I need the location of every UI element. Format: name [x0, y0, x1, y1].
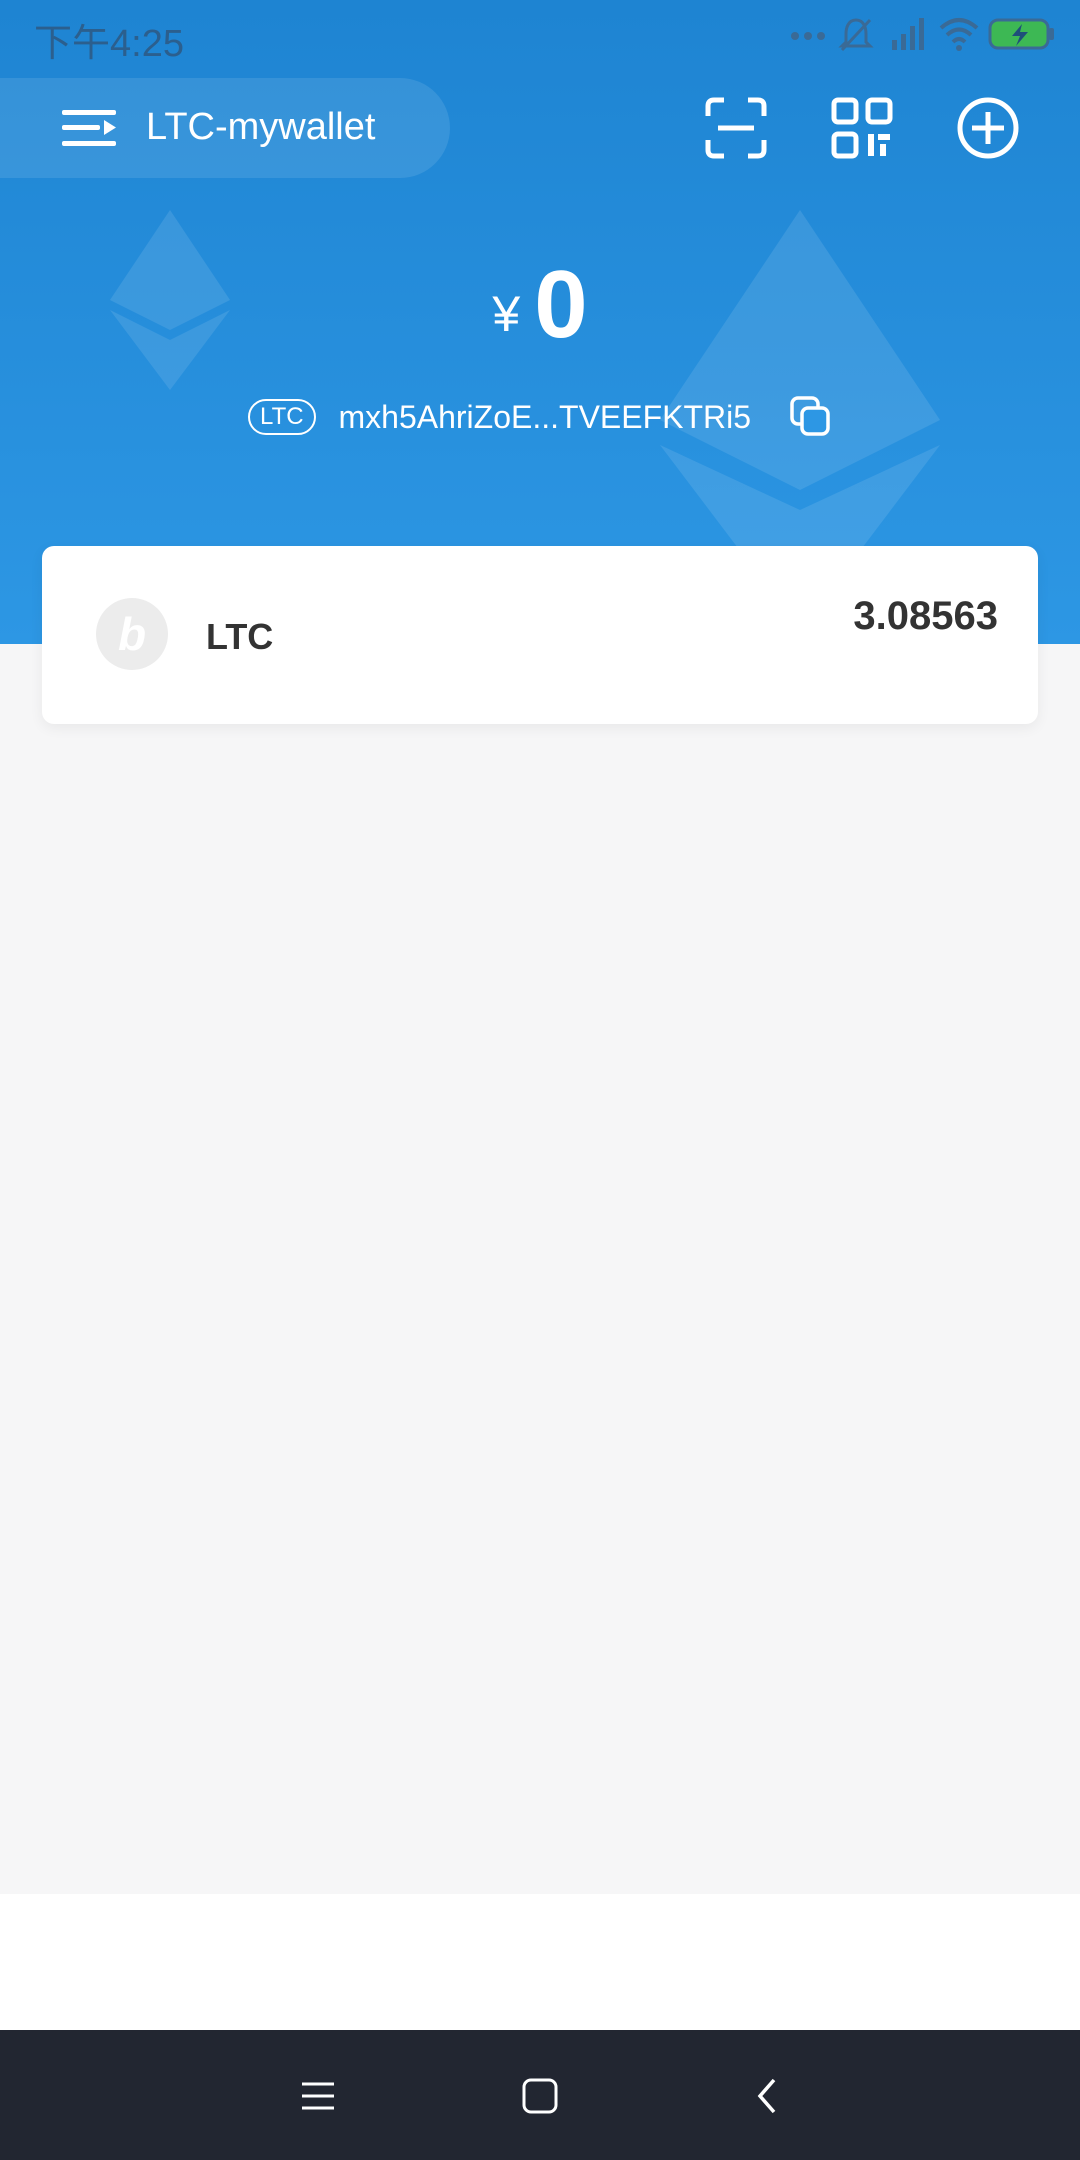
currency-symbol: ¥: [492, 286, 521, 342]
home-icon[interactable]: [518, 2074, 562, 2118]
coin-tag: LTC: [248, 399, 316, 435]
asset-row-ltc[interactable]: b LTC 3.08563: [42, 546, 1038, 724]
status-icons: [790, 16, 1054, 56]
status-bar: 下午4:25: [0, 0, 1080, 70]
wallet-address-row: LTC mxh5AhriZoE...TVEEFKTRi5: [0, 396, 1080, 438]
mute-bell-icon: [838, 18, 874, 52]
back-icon[interactable]: [746, 2074, 790, 2118]
wifi-icon: [939, 18, 979, 51]
menu-icon[interactable]: [62, 108, 118, 148]
system-nav-bar: [0, 2030, 1080, 2160]
total-balance: ¥0: [0, 250, 1080, 360]
add-circle-icon[interactable]: [956, 96, 1020, 160]
balance-value: 0: [534, 251, 588, 358]
qr-code-icon[interactable]: [830, 96, 894, 160]
ltc-coin-logo-icon: b: [96, 598, 168, 670]
asset-name: LTC: [206, 616, 274, 657]
battery-charging-icon: [988, 18, 1054, 50]
status-time: 下午4:25: [34, 23, 184, 65]
asset-amount: 3.08563: [853, 594, 998, 638]
scan-icon[interactable]: [704, 96, 768, 160]
wallet-name[interactable]: LTC-mywallet: [146, 106, 375, 149]
copy-icon[interactable]: [790, 396, 832, 438]
signal-icon: [892, 18, 924, 50]
wallet-address: mxh5AhriZoE...TVEEFKTRi5: [338, 398, 752, 435]
bottom-panel: [0, 1894, 1080, 2030]
more-dots-icon: [791, 32, 825, 40]
menu-icon[interactable]: [296, 2074, 340, 2118]
